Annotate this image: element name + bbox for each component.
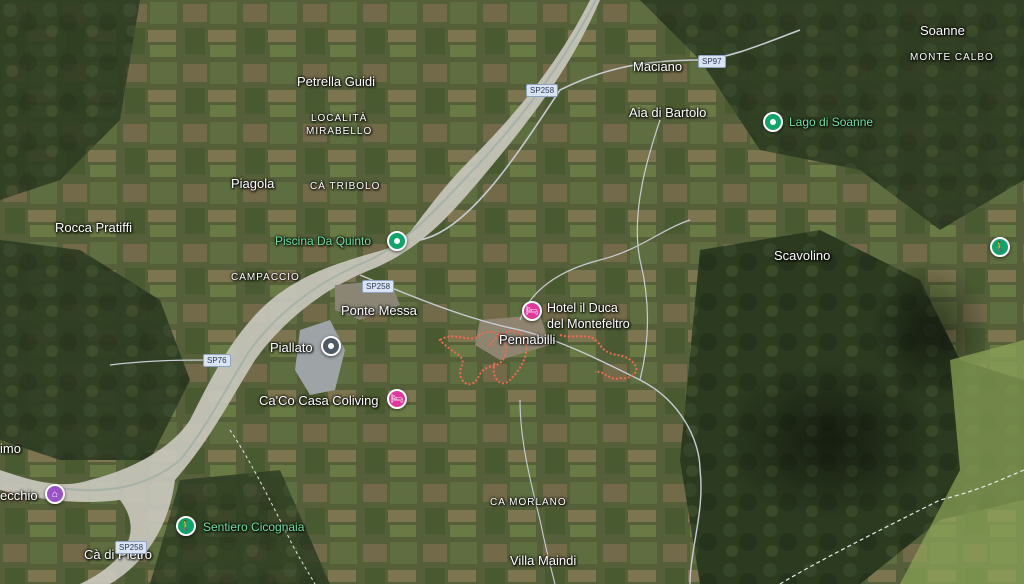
town-label-petrella-guidi[interactable]: Petrella Guidi xyxy=(297,75,375,88)
poi-label-piallato[interactable]: Piallato xyxy=(270,341,313,354)
town-label-aia-di-bartolo[interactable]: Aia di Bartolo xyxy=(629,106,706,119)
area-label-localita-mirabello: LOCALITÀ MIRABELLO xyxy=(306,113,373,137)
hiker-icon[interactable]: 🚶 xyxy=(990,237,1010,257)
area-label-ca-morlano: CA MORLANO xyxy=(490,497,567,508)
bed-icon[interactable]: 🛏 xyxy=(522,301,542,321)
poi-label-hotel-il-duca[interactable]: Hotel il Duca del Montefeltro xyxy=(547,300,630,332)
poi-label-piscina-da-quinto[interactable]: Piscina Da Quinto xyxy=(275,235,371,247)
town-label-rocca-pratiffi[interactable]: Rocca Pratiffi xyxy=(55,221,132,234)
poi-label-sentiero-cicognaia[interactable]: Sentiero Cicognaia xyxy=(203,521,304,533)
road-shield-sp97: SP97 xyxy=(698,55,726,68)
road-shield-sp258: SP258 xyxy=(526,84,559,97)
area-label-monte-calbo: MONTE CALBO xyxy=(910,52,994,63)
town-label-imo[interactable]: imo xyxy=(0,442,21,455)
pin-icon[interactable] xyxy=(321,336,341,356)
area-label-ca-tribolo: CÀ TRIBOLO xyxy=(310,181,381,192)
town-label-piagola[interactable]: Piagola xyxy=(231,177,274,190)
poi-label-lago-di-soanne[interactable]: Lago di Soanne xyxy=(789,116,873,128)
road-shield-sp76: SP76 xyxy=(203,354,231,367)
poi-label-ecchio[interactable]: ecchio xyxy=(0,489,38,502)
pin-icon[interactable] xyxy=(763,112,783,132)
town-label-scavolino[interactable]: Scavolino xyxy=(774,249,830,262)
bed-icon[interactable]: 🛏 xyxy=(387,389,407,409)
town-label-pennabilli[interactable]: Pennabilli xyxy=(499,333,555,346)
town-label-villa-maindi[interactable]: Villa Maindi xyxy=(510,554,576,567)
town-label-maciano[interactable]: Maciano xyxy=(633,60,682,73)
town-label-soanne[interactable]: Soanne xyxy=(920,24,965,37)
pin-icon[interactable] xyxy=(387,231,407,251)
town-label-ponte-messa[interactable]: Ponte Messa xyxy=(341,304,417,317)
poi-label-caco-casa-coliving[interactable]: Ca'Co Casa Coliving xyxy=(259,394,379,407)
road-shield-sp258: SP258 xyxy=(115,541,148,554)
hiker-icon[interactable]: 🚶 xyxy=(176,516,196,536)
area-label-campaccio: CAMPACCIO xyxy=(231,272,300,283)
temple-icon[interactable]: ⌂ xyxy=(45,484,65,504)
road-shield-sp258: SP258 xyxy=(362,280,395,293)
